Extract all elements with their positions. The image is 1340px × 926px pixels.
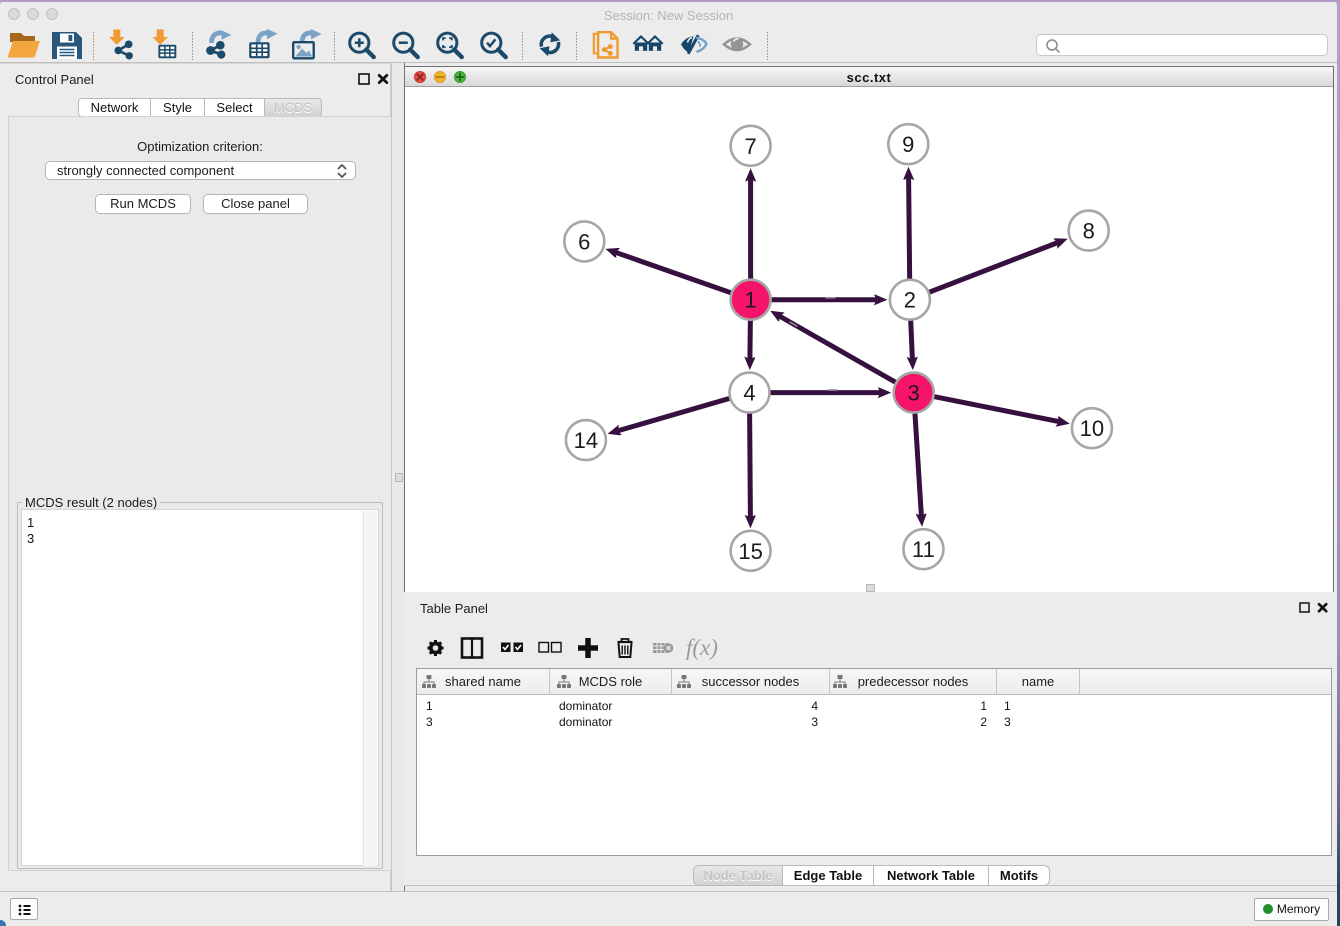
- svg-text:2: 2: [904, 288, 916, 313]
- svg-text:1: 1: [744, 288, 756, 313]
- svg-text:8: 8: [1083, 219, 1095, 244]
- svg-text:15: 15: [738, 539, 762, 564]
- svg-text:f(x): f(x): [686, 635, 718, 660]
- svg-text:10: 10: [1080, 416, 1104, 441]
- svg-text:14: 14: [574, 428, 598, 453]
- svg-text:6: 6: [578, 229, 590, 254]
- svg-text:11: 11: [912, 537, 935, 562]
- svg-text:4: 4: [743, 381, 755, 406]
- svg-text:9: 9: [902, 132, 914, 157]
- svg-text:3: 3: [908, 381, 920, 406]
- svg-text:7: 7: [744, 134, 756, 159]
